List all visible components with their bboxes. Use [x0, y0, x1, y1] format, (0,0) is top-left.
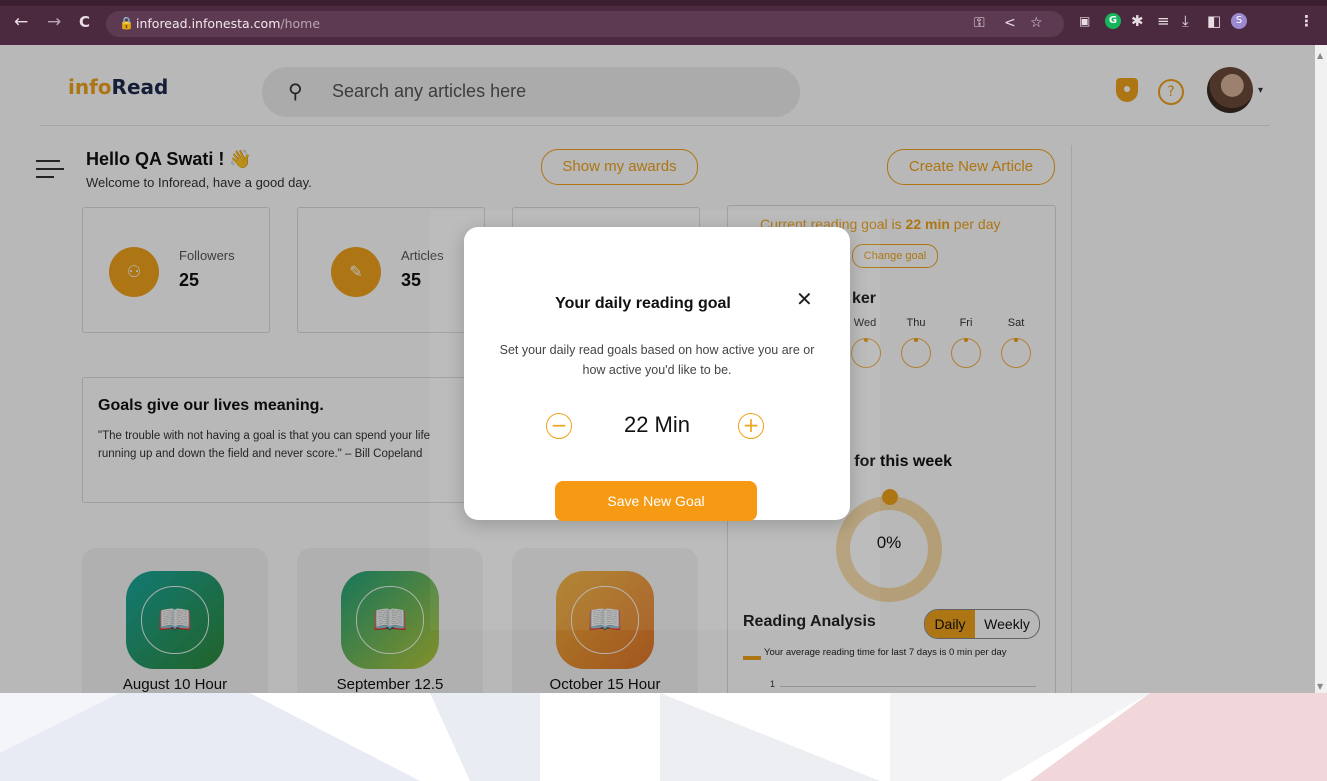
- decorative-background-band: [0, 693, 1327, 781]
- scroll-down-icon[interactable]: ▼: [1317, 682, 1323, 691]
- page-scrollbar[interactable]: ▲ ▼: [1315, 45, 1327, 693]
- key-icon[interactable]: ⚿: [974, 15, 985, 31]
- save-new-goal-button[interactable]: Save New Goal: [555, 481, 757, 521]
- star-icon[interactable]: ☆: [1030, 15, 1043, 31]
- download-icon[interactable]: ⤓: [1182, 13, 1189, 29]
- background-shapes: [0, 693, 1327, 781]
- address-bar[interactable]: 🔒 inforead.infonesta.com/home ⚿ < ☆: [106, 11, 1064, 37]
- browser-toolbar: ← → C 🔒 inforead.infonesta.com/home ⚿ < …: [0, 0, 1327, 45]
- address-url: inforead.infonesta.com/home: [136, 16, 320, 31]
- share-icon[interactable]: <: [1004, 15, 1016, 31]
- profile-avatar-icon[interactable]: S: [1231, 13, 1247, 29]
- url-path: /home: [280, 16, 321, 31]
- forward-arrow-icon[interactable]: →: [47, 14, 61, 31]
- side-panel-icon[interactable]: ◧: [1207, 13, 1221, 29]
- extension-box-icon[interactable]: ▣: [1079, 13, 1090, 29]
- back-arrow-icon[interactable]: ←: [14, 14, 28, 31]
- bg-shape-grey: [660, 693, 880, 781]
- reading-list-icon[interactable]: ≡: [1157, 13, 1170, 29]
- decrease-goal-button[interactable]: −: [546, 413, 572, 439]
- reading-goal-modal: Your daily reading goal ✕ Set your daily…: [464, 227, 850, 521]
- modal-description: Set your daily read goals based on how a…: [499, 343, 815, 377]
- grammarly-icon[interactable]: G: [1105, 13, 1121, 29]
- url-domain: inforead.infonesta.com: [136, 16, 281, 31]
- page-viewport: infoRead ⚲ Search any articles here ? ▾ …: [0, 45, 1315, 693]
- tab-strip: [0, 0, 1327, 6]
- modal-title: Your daily reading goal: [555, 295, 731, 312]
- reload-icon[interactable]: C: [79, 14, 90, 31]
- extensions-puzzle-icon[interactable]: ✱: [1131, 13, 1144, 29]
- lock-icon[interactable]: 🔒: [119, 16, 134, 30]
- goal-minutes-value: 22 Min: [623, 412, 691, 437]
- more-menu-icon[interactable]: ⋮: [1299, 13, 1314, 29]
- increase-goal-button[interactable]: +: [738, 413, 764, 439]
- modal-title-row: Your daily reading goal: [464, 293, 850, 313]
- scroll-up-icon[interactable]: ▲: [1317, 51, 1323, 60]
- close-icon[interactable]: ✕: [796, 289, 813, 309]
- bg-shape-blue-2: [430, 693, 540, 781]
